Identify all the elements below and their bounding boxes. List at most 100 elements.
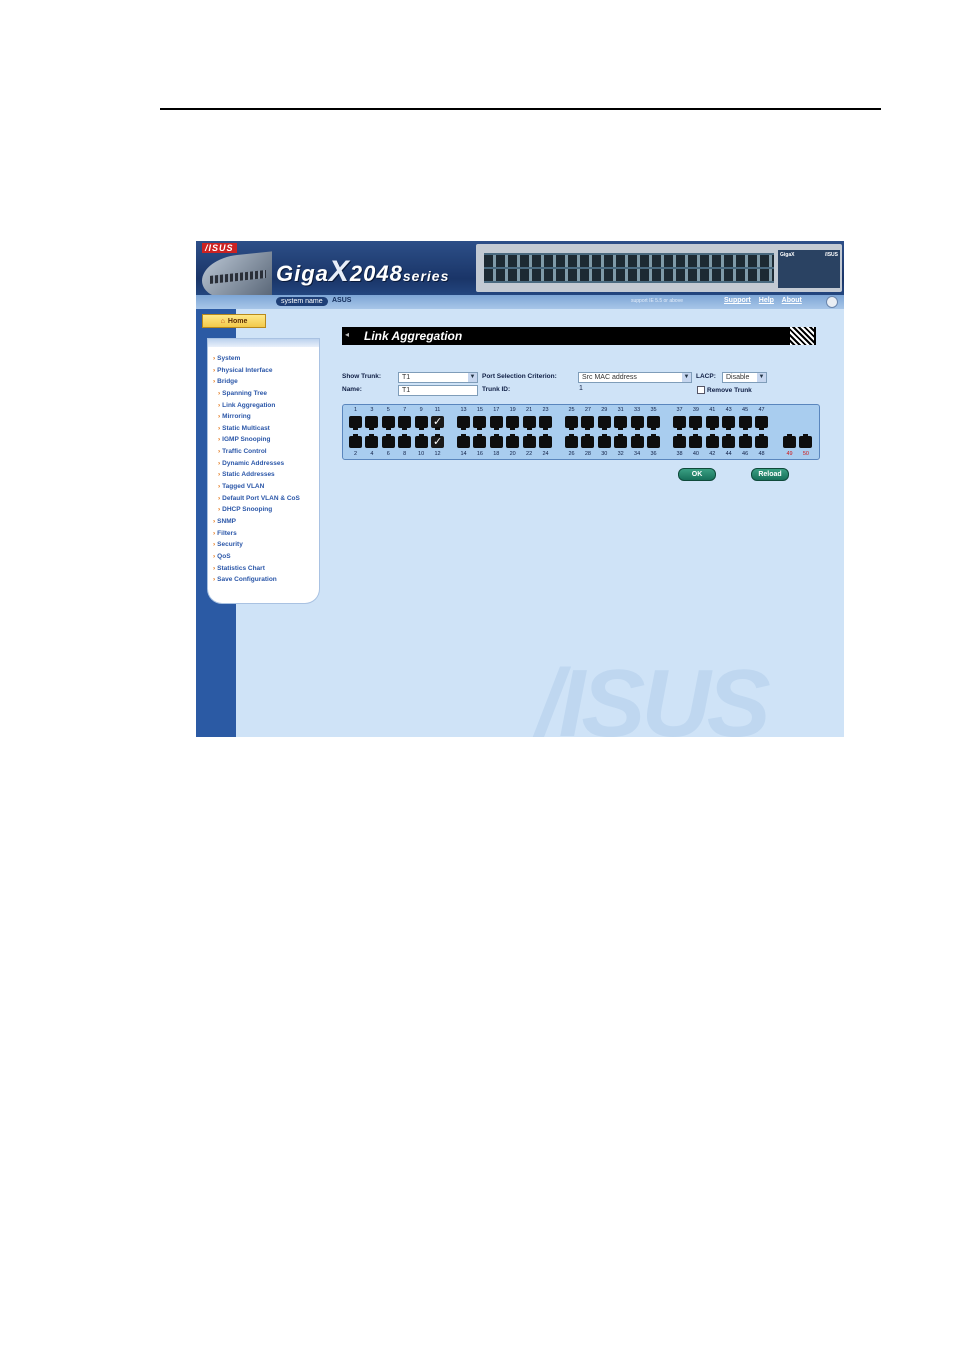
port-14-toggle[interactable] <box>457 434 470 448</box>
help-link[interactable]: Help <box>759 297 774 304</box>
bullet-icon: › <box>213 378 216 386</box>
name-input[interactable]: T1 <box>398 385 478 396</box>
port-1-toggle[interactable] <box>349 416 362 430</box>
port-37-toggle[interactable] <box>673 416 686 430</box>
port-36-toggle[interactable] <box>647 434 660 448</box>
show-trunk-select[interactable]: T1 ▼ <box>398 372 478 383</box>
bullet-icon: › <box>218 389 221 397</box>
port-number-label: 15 <box>476 407 483 413</box>
port-35-toggle[interactable] <box>647 416 660 430</box>
sidebar-item[interactable]: › SNMP <box>208 516 319 528</box>
ok-button[interactable]: OK <box>678 468 716 481</box>
port-11-toggle[interactable] <box>431 415 444 430</box>
sidebar-item[interactable]: › Dynamic Addresses <box>208 458 319 470</box>
reload-button[interactable]: Reload <box>751 468 789 481</box>
port-4-toggle[interactable] <box>365 434 379 448</box>
port-number-label: 19 <box>509 407 516 413</box>
port-10-toggle[interactable] <box>414 434 428 448</box>
port-number-label: 27 <box>584 407 591 413</box>
port-47-toggle[interactable] <box>755 416 768 430</box>
port-33-toggle[interactable] <box>630 416 644 430</box>
sidebar-item[interactable]: › Static Addresses <box>208 469 319 481</box>
port-15-toggle[interactable] <box>473 416 487 430</box>
port-12-toggle[interactable] <box>431 434 444 448</box>
port-32-toggle[interactable] <box>614 434 628 448</box>
sidebar-item[interactable]: › System <box>208 353 319 365</box>
sidebar-item[interactable]: › Spanning Tree <box>208 388 319 400</box>
sidebar-item[interactable]: › IGMP Snooping <box>208 434 319 446</box>
port-27-toggle[interactable] <box>581 416 595 430</box>
port-number-label: 34 <box>634 451 641 457</box>
port-28-toggle[interactable] <box>581 434 595 448</box>
port-number-label: 2 <box>353 451 358 457</box>
sidebar-item[interactable]: › Tagged VLAN <box>208 481 319 493</box>
port-34-toggle[interactable] <box>630 434 644 448</box>
port-42-toggle[interactable] <box>705 434 719 448</box>
sidebar-item[interactable]: › Static Multicast <box>208 423 319 435</box>
support-link[interactable]: Support <box>724 297 751 304</box>
home-tab[interactable]: ⌂ Home <box>202 314 266 328</box>
chevron-down-icon: ▼ <box>682 373 691 382</box>
port-number-label: 26 <box>568 451 575 457</box>
port-38-toggle[interactable] <box>673 434 686 448</box>
sidebar-item[interactable]: › Security <box>208 539 319 551</box>
port-number-label: 36 <box>650 451 657 457</box>
port-number-label: 1 <box>353 407 358 413</box>
port-selection-select[interactable]: Src MAC address ▼ <box>578 372 692 383</box>
port-20-toggle[interactable] <box>506 434 520 448</box>
lacp-select[interactable]: Disable ▼ <box>722 372 767 383</box>
port-number-label: 18 <box>493 451 500 457</box>
sidebar-item[interactable]: › Default Port VLAN & CoS <box>208 493 319 505</box>
bullet-icon: › <box>218 506 221 514</box>
port-48-toggle[interactable] <box>755 434 768 448</box>
sidebar-item[interactable]: › Traffic Control <box>208 446 319 458</box>
sidebar-item[interactable]: › Save Configuration <box>208 574 319 586</box>
port-3-toggle[interactable] <box>365 416 379 430</box>
port-22-toggle[interactable] <box>522 434 536 448</box>
page-title: Link Aggregation <box>364 329 463 343</box>
port-29-toggle[interactable] <box>597 416 611 430</box>
port-49-toggle[interactable] <box>783 434 796 448</box>
port-44-toggle[interactable] <box>722 434 736 448</box>
port-16-toggle[interactable] <box>473 434 487 448</box>
port-25-toggle[interactable] <box>565 416 578 430</box>
port-24-toggle[interactable] <box>539 434 552 448</box>
chevron-down-icon: ▼ <box>468 373 477 382</box>
port-8-toggle[interactable] <box>398 434 412 448</box>
name-label: Name: <box>342 386 362 393</box>
port-41-toggle[interactable] <box>705 416 719 430</box>
sidebar-item[interactable]: › Bridge <box>208 376 319 388</box>
port-23-toggle[interactable] <box>539 416 552 430</box>
port-19-toggle[interactable] <box>506 416 520 430</box>
port-17-toggle[interactable] <box>489 416 503 430</box>
sidebar-item[interactable]: › Mirroring <box>208 411 319 423</box>
port-21-toggle[interactable] <box>522 416 536 430</box>
about-link[interactable]: About <box>782 297 802 304</box>
port-45-toggle[interactable] <box>738 416 752 430</box>
port-7-toggle[interactable] <box>398 416 412 430</box>
port-39-toggle[interactable] <box>689 416 703 430</box>
port-46-toggle[interactable] <box>738 434 752 448</box>
port-18-toggle[interactable] <box>489 434 503 448</box>
sidebar-item[interactable]: › DHCP Snooping <box>208 504 319 516</box>
sidebar-item[interactable]: › Link Aggregation <box>208 400 319 412</box>
remove-trunk-checkbox[interactable] <box>697 386 705 394</box>
port-26-toggle[interactable] <box>565 434 578 448</box>
port-30-toggle[interactable] <box>597 434 611 448</box>
port-2-toggle[interactable] <box>349 434 362 448</box>
port-40-toggle[interactable] <box>689 434 703 448</box>
port-43-toggle[interactable] <box>722 416 736 430</box>
sidebar-item[interactable]: › Statistics Chart <box>208 563 319 575</box>
port-31-toggle[interactable] <box>614 416 628 430</box>
bullet-icon: › <box>213 355 216 362</box>
port-13-toggle[interactable] <box>457 416 470 430</box>
port-6-toggle[interactable] <box>381 434 395 448</box>
port-9-toggle[interactable] <box>414 416 428 430</box>
port-number-label: 8 <box>403 451 407 457</box>
sidebar-item[interactable]: › QoS <box>208 551 319 563</box>
logout-circle-icon[interactable] <box>826 296 838 308</box>
port-50-toggle[interactable] <box>799 434 813 448</box>
sidebar-item[interactable]: › Physical Interface <box>208 365 319 377</box>
sidebar-item[interactable]: › Filters <box>208 528 319 540</box>
port-5-toggle[interactable] <box>381 416 395 430</box>
